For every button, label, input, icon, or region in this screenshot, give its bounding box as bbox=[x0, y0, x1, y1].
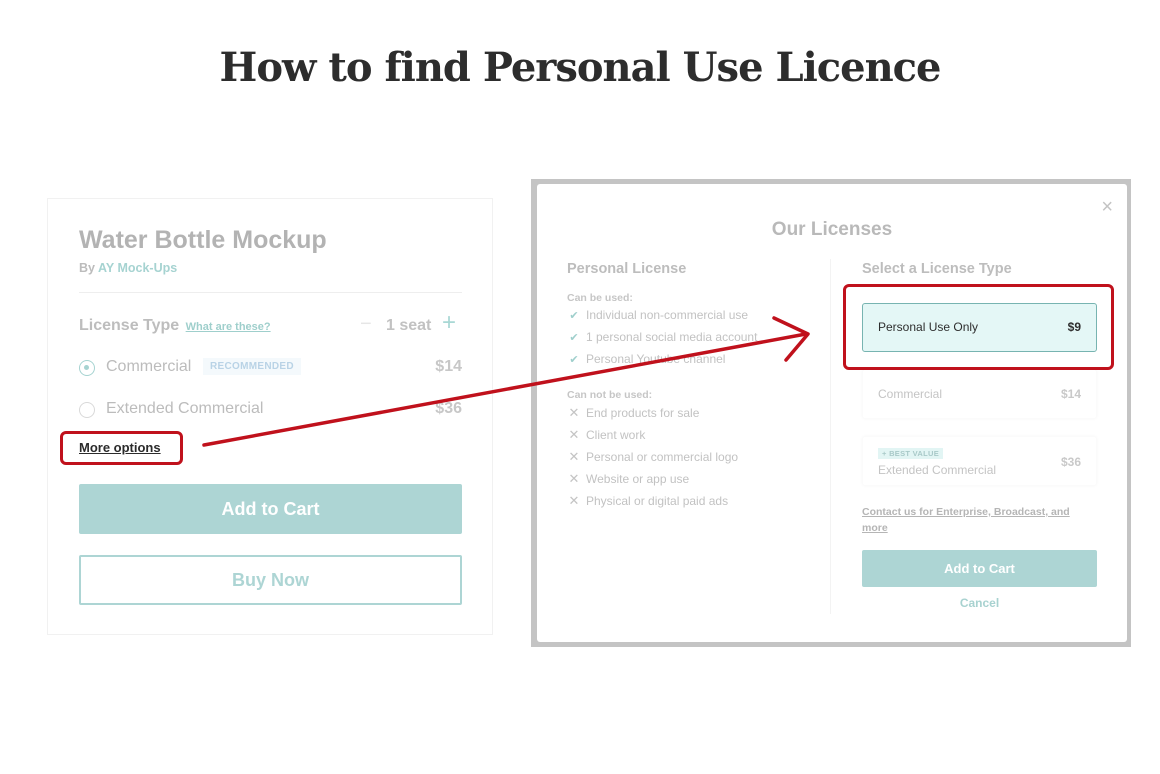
license-option-label: Extended Commercial bbox=[106, 400, 264, 417]
license-option-label: Commercial bbox=[106, 358, 192, 375]
allowed-item-text: 1 personal social media account bbox=[586, 330, 758, 344]
column-divider bbox=[830, 259, 831, 614]
cross-icon: ✕ bbox=[568, 427, 580, 442]
buy-now-button[interactable]: Buy Now bbox=[79, 555, 462, 605]
license-option-price: $36 bbox=[1060, 455, 1081, 469]
personal-license-heading: Personal License bbox=[567, 261, 687, 277]
disallowed-item-text: Website or app use bbox=[586, 472, 690, 486]
license-type-label: License Type What are these? bbox=[79, 317, 271, 335]
close-icon[interactable]: × bbox=[1101, 196, 1113, 219]
license-option-label: Commercial bbox=[878, 387, 943, 401]
cross-icon: ✕ bbox=[568, 493, 580, 508]
license-option-commercial[interactable]: Commercial RECOMMENDED $14 bbox=[79, 358, 462, 382]
divider bbox=[79, 292, 462, 293]
allowed-item-text: Personal Youtube channel bbox=[586, 352, 726, 366]
allowed-item: ✔ Individual non-commercial use bbox=[567, 308, 748, 322]
seat-decrease-button[interactable]: − bbox=[360, 313, 372, 336]
allowed-item: ✔ Personal Youtube channel bbox=[567, 352, 725, 366]
licenses-modal: × Our Licenses Personal License Can be u… bbox=[537, 184, 1127, 642]
add-to-cart-button[interactable]: Add to Cart bbox=[79, 484, 462, 534]
check-icon: ✔ bbox=[569, 310, 579, 322]
more-options-highlight bbox=[60, 431, 183, 465]
check-icon: ✔ bbox=[569, 354, 579, 366]
seat-count: 1 seat bbox=[386, 317, 432, 334]
disallowed-item-text: Client work bbox=[586, 428, 646, 442]
modal-add-to-cart-button[interactable]: Add to Cart bbox=[862, 550, 1097, 587]
product-card: Water Bottle Mockup By AY Mock-Ups Licen… bbox=[47, 198, 493, 635]
check-icon: ✔ bbox=[569, 332, 579, 344]
product-title: Water Bottle Mockup bbox=[79, 226, 327, 254]
modal-title: Our Licenses bbox=[771, 219, 893, 240]
disallowed-item: ✕ Personal or commercial logo bbox=[567, 449, 739, 465]
license-type-text: License Type bbox=[79, 317, 180, 334]
disallowed-item: ✕ Physical or digital paid ads bbox=[567, 493, 729, 509]
license-option-price: $14 bbox=[435, 358, 462, 375]
cross-icon: ✕ bbox=[568, 405, 580, 420]
disallowed-item-text: End products for sale bbox=[586, 406, 700, 420]
disallowed-item-text: Physical or digital paid ads bbox=[586, 494, 729, 508]
select-license-heading: Select a License Type bbox=[862, 261, 1012, 277]
license-option-extended-commercial[interactable]: + BEST VALUE Extended Commercial $36 bbox=[862, 436, 1097, 486]
byline-prefix: By bbox=[79, 261, 95, 275]
can-not-be-used-label: Can not be used: bbox=[567, 389, 653, 401]
license-option-label: Extended Commercial bbox=[878, 463, 997, 477]
disallowed-item: ✕ Website or app use bbox=[567, 471, 690, 487]
cross-icon: ✕ bbox=[568, 471, 580, 486]
radio-checked-icon[interactable] bbox=[79, 360, 95, 376]
license-option-commercial[interactable]: Commercial $14 bbox=[862, 369, 1097, 419]
recommended-badge: RECOMMENDED bbox=[203, 358, 301, 375]
license-option-price: $36 bbox=[435, 400, 462, 417]
personal-use-highlight bbox=[843, 284, 1114, 370]
radio-unchecked-icon[interactable] bbox=[79, 402, 95, 418]
allowed-item: ✔ 1 personal social media account bbox=[567, 330, 757, 344]
byline: By AY Mock-Ups bbox=[79, 261, 177, 275]
page-title: How to find Personal Use Licence bbox=[219, 44, 942, 91]
seat-increase-button[interactable]: + bbox=[442, 311, 456, 335]
can-be-used-label: Can be used: bbox=[567, 292, 633, 304]
contact-enterprise-link[interactable]: Contact us for Enterprise, Broadcast, an… bbox=[862, 504, 1092, 536]
disallowed-item: ✕ End products for sale bbox=[567, 405, 700, 421]
cross-icon: ✕ bbox=[568, 449, 580, 464]
author-link[interactable]: AY Mock-Ups bbox=[98, 261, 177, 275]
what-are-these-link[interactable]: What are these? bbox=[186, 321, 271, 333]
license-option-price: $14 bbox=[1060, 387, 1081, 401]
modal-cancel-button[interactable]: Cancel bbox=[862, 596, 1097, 610]
license-option-extended-commercial[interactable]: Extended Commercial $36 bbox=[79, 400, 462, 424]
best-value-badge: + BEST VALUE bbox=[878, 448, 944, 459]
allowed-item-text: Individual non-commercial use bbox=[586, 308, 749, 322]
disallowed-item-text: Personal or commercial logo bbox=[586, 450, 739, 464]
disallowed-item: ✕ Client work bbox=[567, 427, 646, 443]
